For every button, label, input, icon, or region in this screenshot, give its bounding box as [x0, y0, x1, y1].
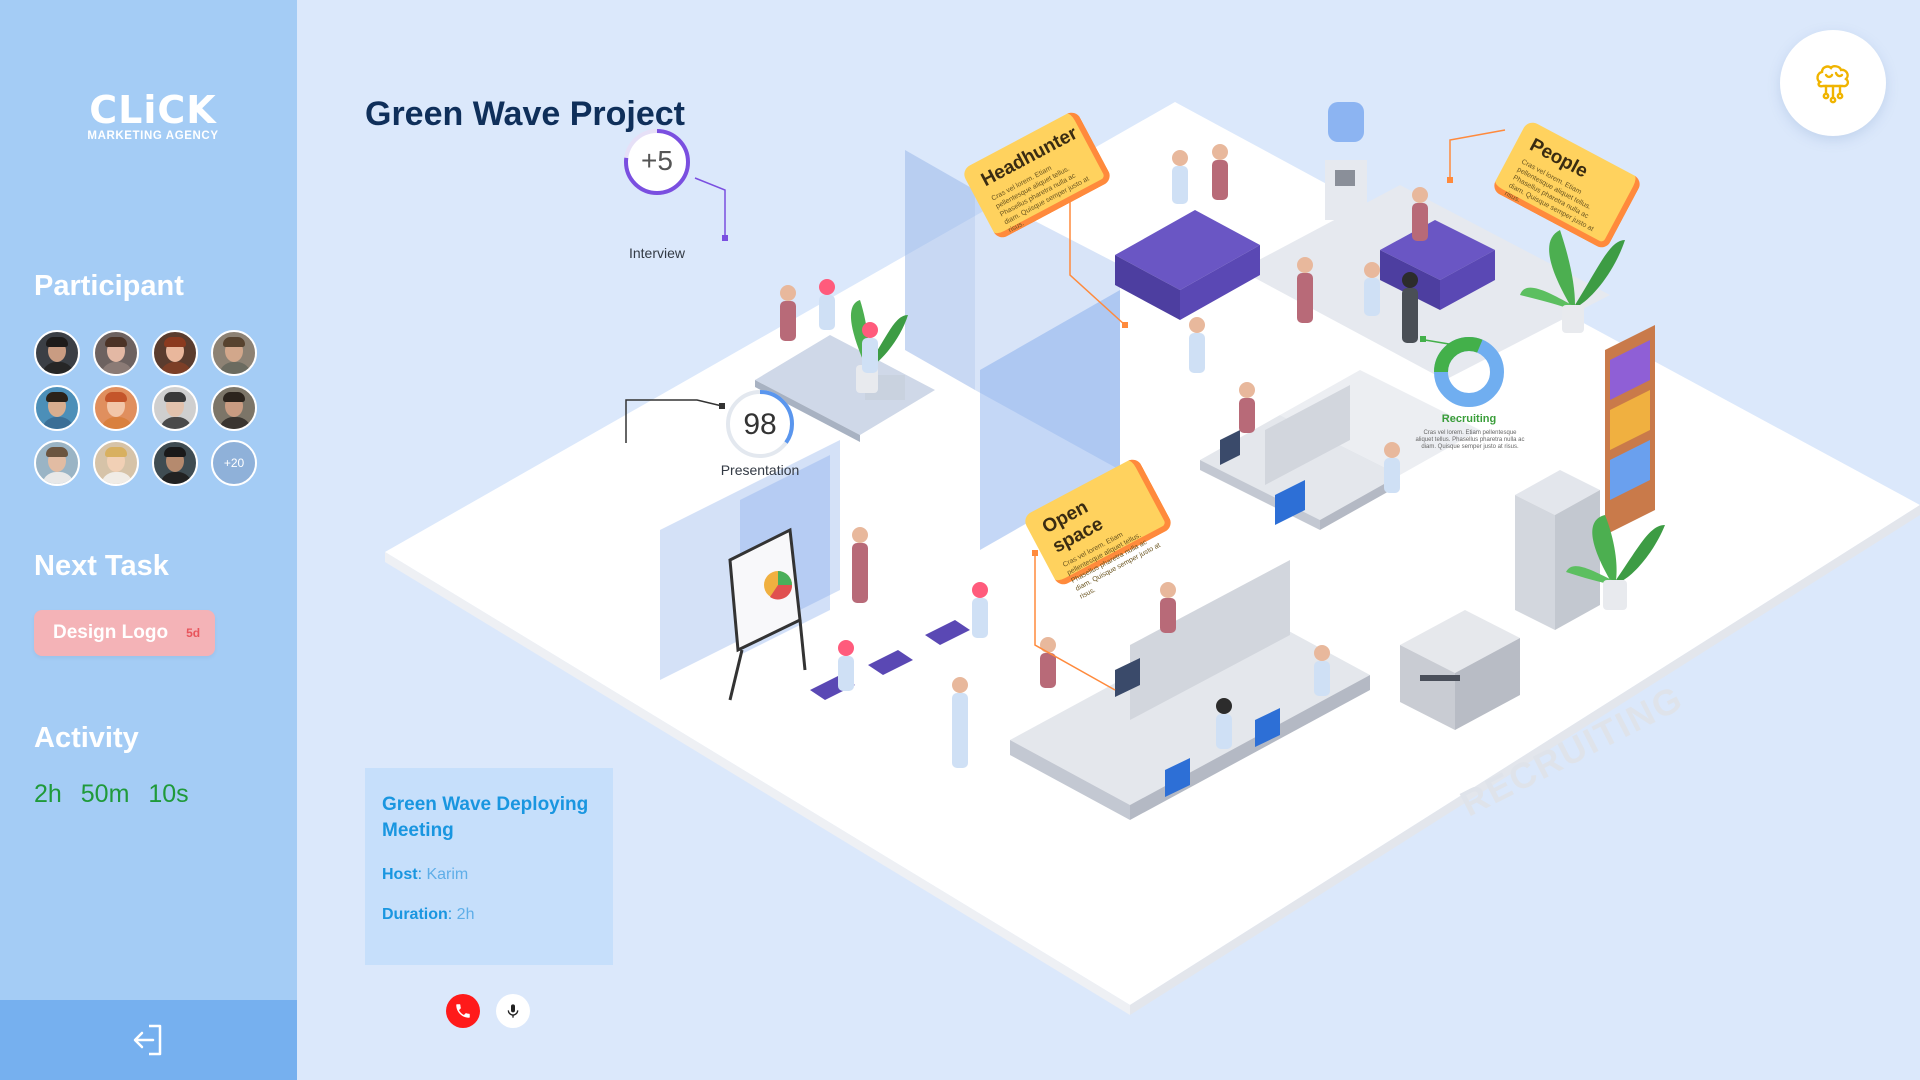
- activity-minutes: 50m: [80, 780, 130, 808]
- microphone-icon: [507, 1004, 519, 1018]
- task-due-badge: 5d: [186, 626, 201, 640]
- activity-title: Activity: [34, 722, 139, 754]
- recruiting-label: Recruiting: [1441, 413, 1497, 425]
- end-call-button[interactable]: [446, 994, 480, 1028]
- participant-grid: +20: [34, 330, 257, 486]
- logo-brand-text: CLiCK: [89, 88, 217, 132]
- more-participants-badge[interactable]: +20: [211, 440, 257, 486]
- next-task-title: Next Task: [34, 550, 169, 582]
- avatar[interactable]: [211, 385, 257, 431]
- task-label: Design Logo: [53, 622, 169, 643]
- interview-label: Interview: [628, 245, 686, 261]
- activity-seconds: 10s: [148, 780, 189, 808]
- host-value: Karim: [426, 866, 469, 883]
- avatar[interactable]: [93, 385, 139, 431]
- avatar[interactable]: [152, 385, 198, 431]
- avatar[interactable]: [211, 330, 257, 376]
- avatar[interactable]: [93, 330, 139, 376]
- avatar[interactable]: [152, 330, 198, 376]
- meeting-title: Green Wave Deploying Meeting: [382, 794, 589, 841]
- avatar[interactable]: [34, 330, 80, 376]
- participant-title: Participant: [34, 270, 184, 302]
- host-label: Host: [382, 866, 418, 883]
- microphone-button[interactable]: [496, 994, 530, 1028]
- sidebar: CLiCK MARKETING AGENCY Participant +20 N…: [0, 0, 297, 1080]
- duration-value: 2h: [456, 906, 475, 923]
- avatar[interactable]: [93, 440, 139, 486]
- recruiting-body: Cras vel lorem. Etiam pellentesque aliqu…: [1415, 430, 1525, 450]
- avatar[interactable]: [34, 385, 80, 431]
- logout-button[interactable]: [0, 1000, 297, 1080]
- logout-icon: [133, 1024, 161, 1056]
- presentation-score: 98: [743, 408, 777, 441]
- avatar[interactable]: [152, 440, 198, 486]
- activity-hours: 2h: [34, 780, 62, 808]
- meeting-host: Host: Karim: [382, 866, 469, 883]
- phone-icon: [456, 1004, 470, 1018]
- duration-label: Duration: [382, 906, 448, 923]
- logo-tagline: MARKETING AGENCY: [87, 130, 219, 142]
- meeting-duration: Duration: 2h: [382, 906, 475, 923]
- avatar[interactable]: [34, 440, 80, 486]
- task-pill[interactable]: Design Logo 5d: [34, 610, 215, 656]
- meeting-card[interactable]: Green Wave Deploying Meeting Host: Karim…: [365, 768, 613, 965]
- interview-count: +5: [641, 145, 673, 176]
- presentation-label: Presentation: [720, 462, 800, 478]
- activity-timer: 2h 50m 10s: [34, 780, 201, 809]
- brand-logo[interactable]: CLiCK MARKETING AGENCY: [78, 88, 228, 142]
